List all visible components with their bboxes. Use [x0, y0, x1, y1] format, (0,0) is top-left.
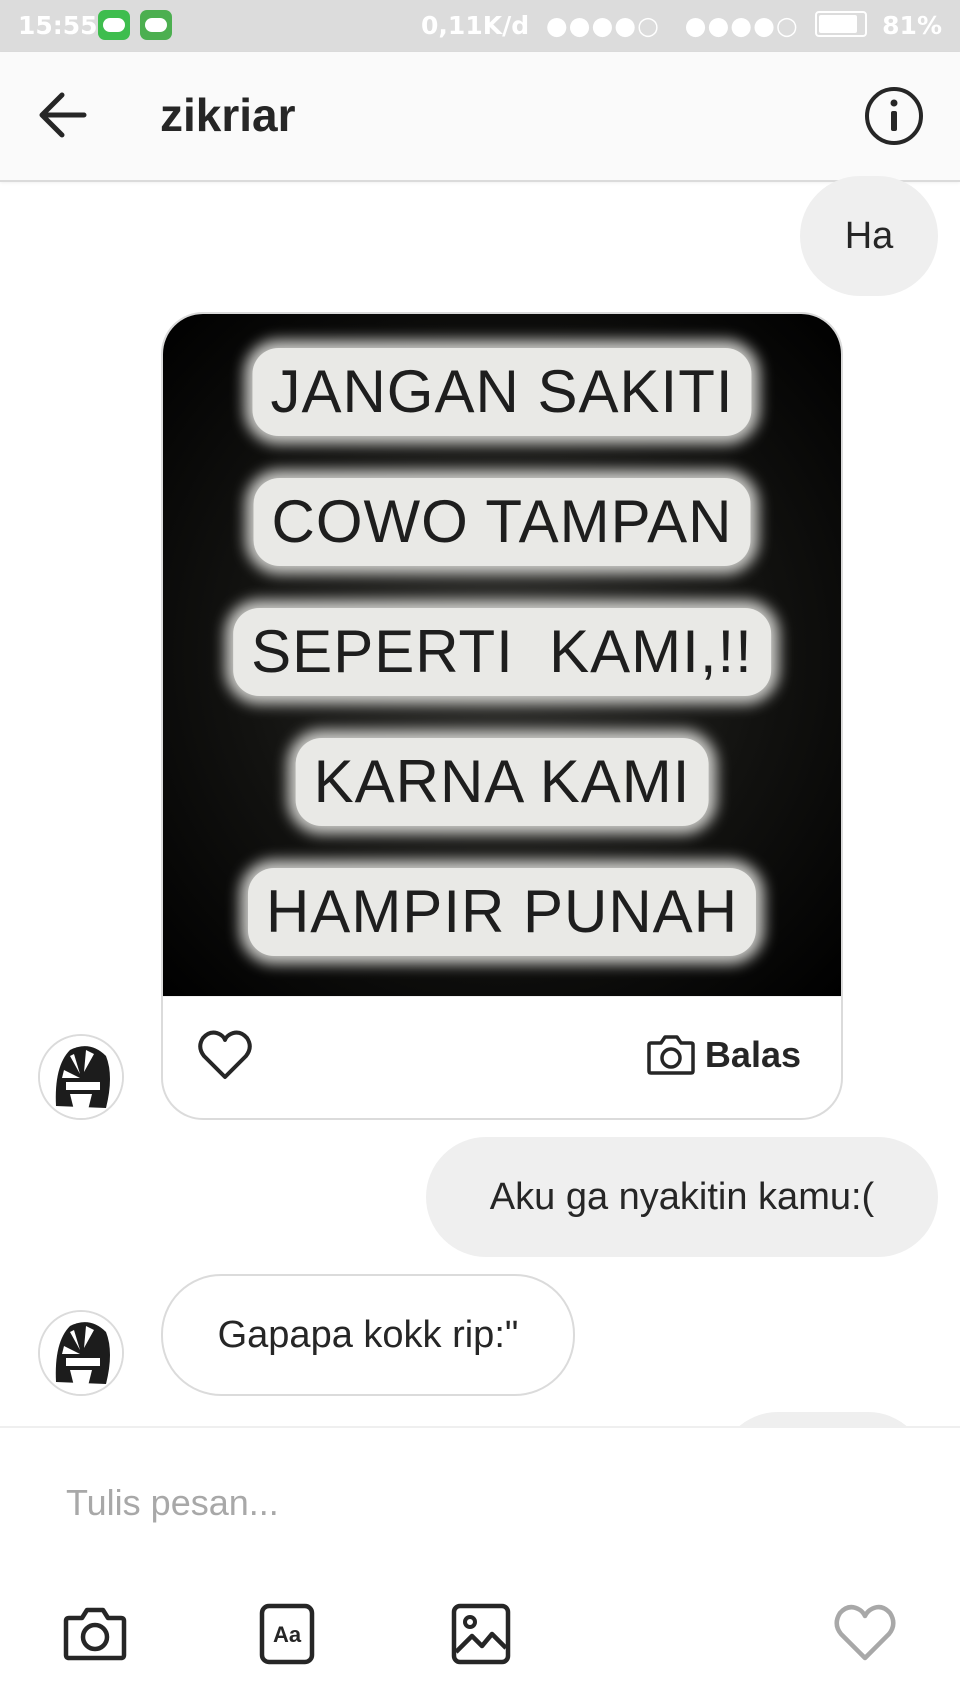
gallery-icon — [451, 1603, 511, 1665]
image-text-line: JANGAN SAKITI — [252, 348, 752, 436]
text-style-icon: Aa — [259, 1603, 315, 1665]
status-time: 15:55 — [18, 11, 98, 40]
like-button[interactable] — [195, 1025, 255, 1085]
arrow-left-icon — [39, 92, 87, 138]
gallery-button[interactable] — [446, 1598, 516, 1668]
chat-title[interactable]: zikriar — [160, 88, 296, 142]
network-speed: 0,11K/d — [421, 11, 530, 40]
message-text: Gapapa kokk rip:" — [217, 1314, 519, 1356]
notification-app-icon — [140, 10, 172, 40]
message-text: Ha — [844, 215, 894, 257]
status-right: 0,11K/d ●●●●○ ●●●●○ 81% — [421, 11, 942, 40]
image-text-line: KARNA KAMI — [295, 738, 709, 826]
message-bubble-sent[interactable]: Aku ga nyakitin kamu:( — [426, 1137, 938, 1257]
signal-strength-2: ●●●●○ — [684, 11, 799, 40]
heart-icon — [198, 1030, 252, 1079]
message-bubble-sent[interactable]: Ha — [800, 176, 938, 296]
battery-level: 81% — [882, 11, 942, 40]
message-composer: Aa — [0, 1426, 960, 1708]
message-text: Aku ga nyakitin kamu:( — [489, 1176, 875, 1218]
text-style-button[interactable]: Aa — [252, 1598, 322, 1668]
status-bar: 15:55 0,11K/d ●●●●○ ●●●●○ 81% — [0, 0, 960, 52]
info-icon — [865, 87, 923, 145]
reply-button[interactable]: Balas — [645, 1025, 801, 1085]
camera-icon — [647, 1035, 695, 1075]
shared-media-message[interactable]: JANGAN SAKITI COWO TAMPAN SEPERTI KAMI,!… — [161, 312, 843, 1120]
avatar-image — [40, 1036, 122, 1118]
avatar-image — [40, 1312, 122, 1394]
image-text-line: SEPERTI KAMI,!! — [233, 608, 771, 696]
camera-button[interactable] — [60, 1598, 130, 1668]
camera-icon — [63, 1607, 127, 1661]
chat-header: zikriar — [0, 52, 960, 182]
info-button[interactable] — [862, 84, 926, 148]
signal-strength-1: ●●●●○ — [545, 11, 660, 40]
line-app-icon — [98, 10, 130, 40]
like-heart-button[interactable] — [830, 1598, 900, 1668]
avatar[interactable] — [38, 1310, 124, 1396]
image-text-line: HAMPIR PUNAH — [247, 868, 757, 956]
message-bubble-received[interactable]: Gapapa kokk rip:" — [161, 1274, 575, 1396]
heart-icon — [834, 1604, 896, 1661]
back-button[interactable] — [30, 80, 100, 150]
avatar[interactable] — [38, 1034, 124, 1120]
reply-label: Balas — [704, 1034, 801, 1075]
image-text-line: COWO TAMPAN — [253, 478, 751, 566]
media-footer: Balas — [163, 996, 841, 1118]
battery-icon — [815, 11, 868, 37]
message-input[interactable] — [64, 1472, 888, 1534]
shared-image[interactable]: JANGAN SAKITI COWO TAMPAN SEPERTI KAMI,!… — [163, 314, 841, 996]
svg-text:Aa: Aa — [273, 1622, 302, 1647]
